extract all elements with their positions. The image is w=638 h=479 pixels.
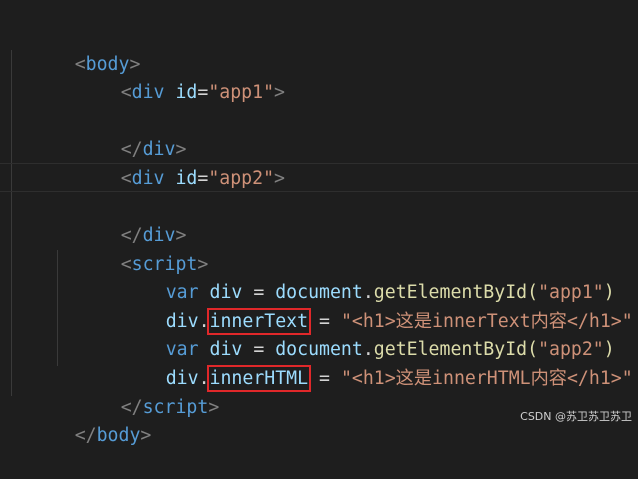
watermark: CSDN @苏卫苏卫苏卫 xyxy=(520,410,632,423)
tag-name: body xyxy=(96,425,141,446)
code-line[interactable]: div.innerText = "<h1>这是innerText内容</h1>" xyxy=(0,278,638,335)
code-line[interactable]: var div = document.getElementById("app2"… xyxy=(0,306,638,360)
code-line[interactable]: </div> xyxy=(0,192,638,246)
code-editor[interactable]: <body> <div id="app1"> </div> <div id="a… xyxy=(0,0,638,446)
code-line[interactable]: </script> xyxy=(0,364,638,418)
bracket: </ xyxy=(74,425,97,446)
code-line[interactable]: </div> xyxy=(0,106,638,160)
code-line[interactable]: <div id="app1"> xyxy=(0,49,638,103)
code-line[interactable]: <script> xyxy=(0,221,638,275)
current-line[interactable] xyxy=(0,163,638,192)
code-line[interactable]: div.innerHTML = "<h1>这是innerHTML内容</h1>" xyxy=(0,335,638,392)
code-line[interactable]: <div id="app2"> xyxy=(0,135,638,189)
code-line[interactable] xyxy=(0,78,638,107)
code-line[interactable]: var div = document.getElementById("app1"… xyxy=(0,249,638,303)
code-line[interactable]: <body> xyxy=(0,21,638,75)
bracket: > xyxy=(140,425,152,446)
